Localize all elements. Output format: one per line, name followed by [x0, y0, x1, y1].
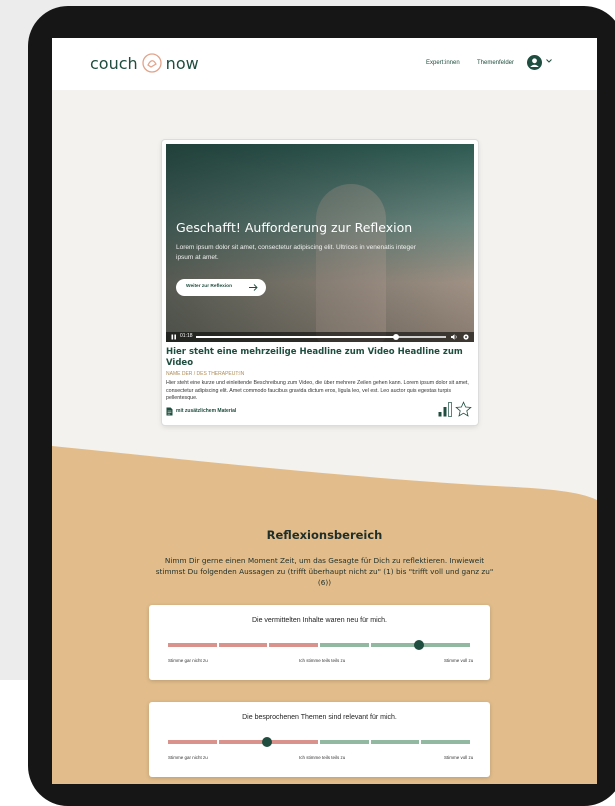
logo[interactable]: couch now [90, 52, 199, 74]
scale-step-3[interactable] [269, 643, 318, 647]
scale-step-2[interactable] [218, 740, 268, 744]
scale-step-4[interactable] [320, 643, 369, 647]
scale-handle[interactable] [262, 737, 273, 747]
scale-step-6[interactable] [421, 643, 470, 647]
scale-step-5[interactable] [370, 643, 420, 647]
nav-themenfelder[interactable]: Themenfelder [477, 60, 514, 66]
therapist-name: NAME DER / DES THERAPEUT:IN [166, 371, 245, 377]
reflection-button[interactable]: Weiter zur Reflexion [176, 279, 266, 296]
material-label: mit zusätzlichem Material [176, 408, 237, 414]
video-description: Hier steht eine kurze und einleitende Be… [166, 380, 469, 401]
scale-label-low: Stimme gar nicht zu [168, 755, 208, 760]
document-icon [166, 407, 173, 415]
nav-expertinnen[interactable]: Expert:innen [426, 60, 460, 66]
question-card: Die besprochenen Themen sind relevant fü… [149, 702, 490, 777]
player-controls: 01:18 [166, 332, 474, 342]
scale-label-low: Stimme gar nicht zu [168, 658, 208, 663]
question-card: Die vermittelten Inhalte waren neu für m… [149, 605, 490, 680]
overlay-text: Lorem ipsum dolor sit amet, consectetur … [176, 244, 416, 261]
user-icon [530, 58, 539, 67]
scale-label-mid: Ich stimme teils teils zu [299, 755, 346, 760]
scale-step-1[interactable] [168, 643, 217, 647]
scale-label-high: Stimme voll zu [444, 755, 474, 760]
scale-label-high: Stimme voll zu [444, 658, 474, 663]
seek-progress [196, 336, 396, 338]
top-navigation: couch now Expert:innen Themenfelder [52, 38, 597, 90]
reflection-button-label: Weiter zur Reflexion [186, 284, 233, 289]
material-link[interactable]: mit zusätzlichem Material [166, 406, 236, 416]
pause-icon[interactable] [171, 334, 177, 340]
scale-step-4[interactable] [320, 740, 369, 744]
seek-handle[interactable] [393, 334, 399, 340]
volume-icon[interactable] [450, 333, 458, 341]
rating-scale[interactable] [168, 737, 470, 747]
chevron-down-icon[interactable] [545, 57, 553, 65]
video-title[interactable]: Hier steht eine mehrzeilige Headline zum… [166, 347, 474, 369]
question-statement: Die besprochenen Themen sind relevant fü… [242, 714, 397, 721]
scale-label-mid: Ich stimme teils teils zu [299, 658, 346, 663]
overlay-headline: Geschafft! Aufforderung zur Reflexion [176, 220, 413, 235]
scale-step-5[interactable] [370, 740, 420, 744]
logo-text-left: couch [90, 53, 138, 73]
question-statement: Die vermittelten Inhalte waren neu für m… [251, 617, 387, 624]
scale-step-6[interactable] [421, 740, 470, 744]
logo-text-right: now [165, 53, 199, 73]
gear-icon[interactable] [462, 333, 470, 341]
seek-bar[interactable] [196, 334, 446, 340]
video-card: Geschafft! Aufforderung zur Reflexion Lo… [162, 140, 478, 425]
user-avatar[interactable] [527, 55, 542, 70]
scale-step-1[interactable] [168, 740, 217, 744]
speech-bubble-icon [142, 53, 162, 73]
app-screen: couch now Expert:innen Themenfelder Gesc… [52, 38, 597, 784]
reflection-title: Reflexionsbereich [266, 528, 383, 542]
player-time: 01:18 [180, 333, 193, 339]
scale-step-3[interactable] [269, 740, 318, 744]
reflection-intro: Nimm Dir gerne einen Moment Zeit, um das… [155, 556, 494, 587]
scale-handle[interactable] [414, 640, 425, 650]
rating-scale[interactable] [168, 640, 470, 650]
star-icon[interactable] [455, 401, 472, 418]
arrow-right-icon [249, 284, 258, 291]
signal-bars-icon [438, 402, 452, 417]
scale-step-2[interactable] [218, 643, 268, 647]
video-player[interactable]: Geschafft! Aufforderung zur Reflexion Lo… [166, 144, 474, 342]
